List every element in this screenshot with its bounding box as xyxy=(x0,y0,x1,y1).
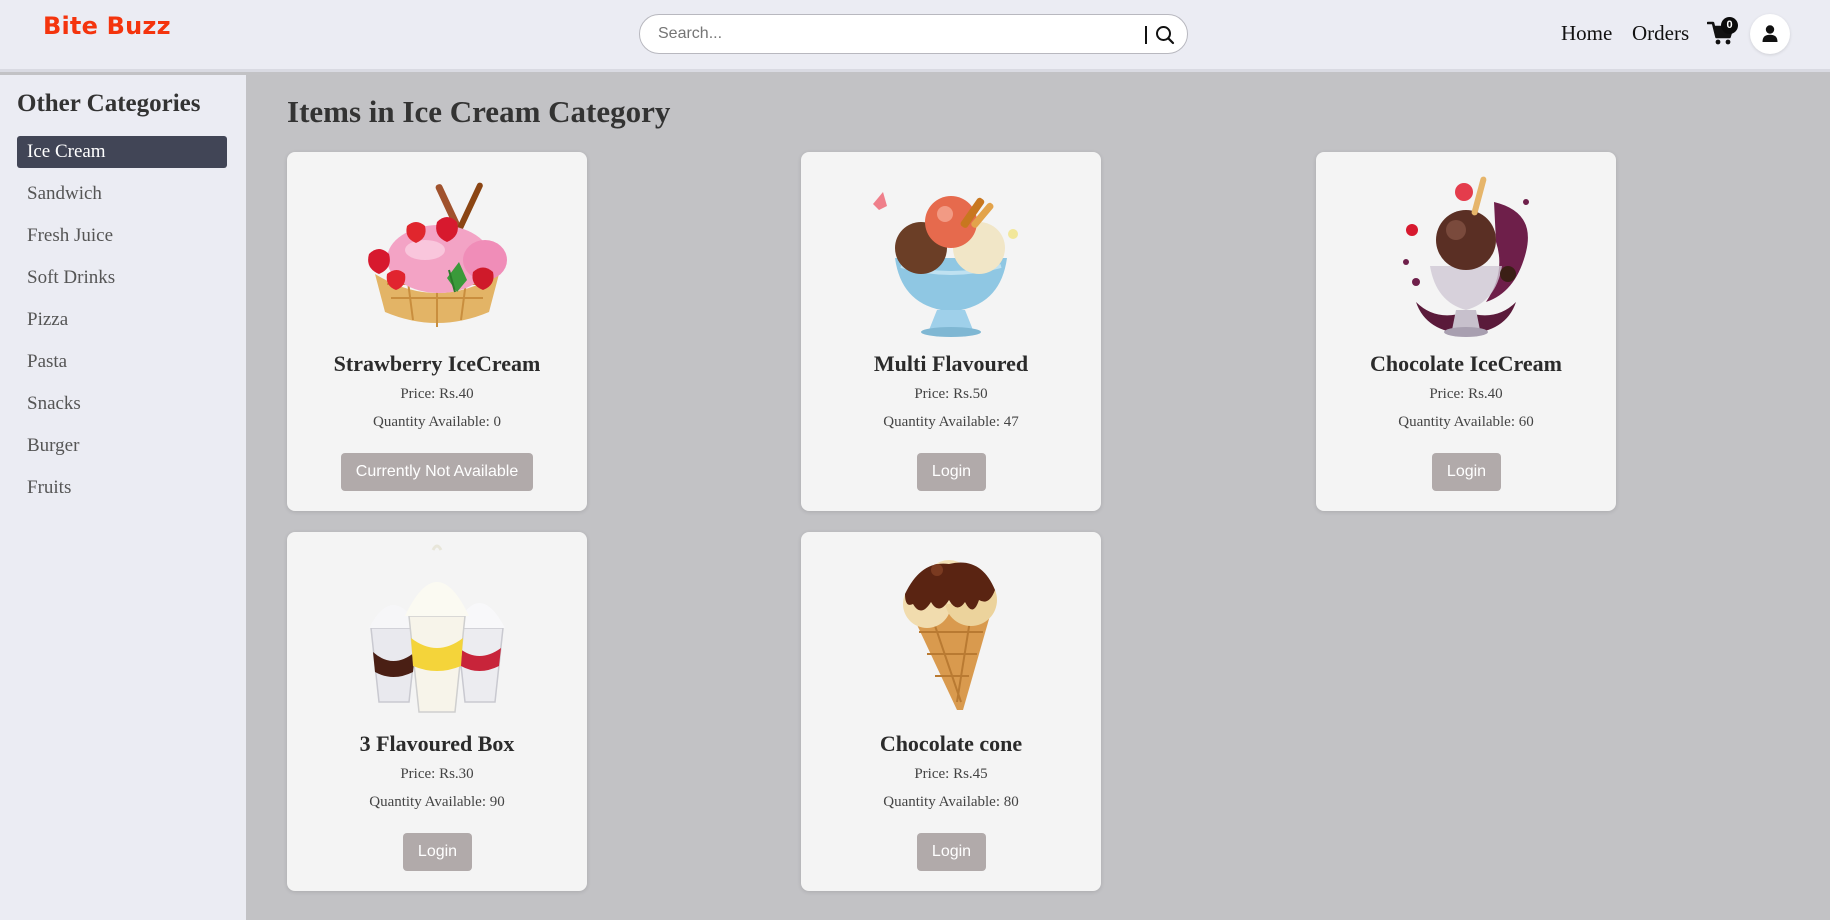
product-name: 3 Flavoured Box xyxy=(359,731,515,756)
login-button[interactable]: Login xyxy=(403,833,472,871)
three-flavoured-box-image xyxy=(369,544,505,713)
product-card: Strawberry IceCream Price: Rs.40 Quantit… xyxy=(287,152,587,511)
sidebar-item-fresh-juice[interactable]: Fresh Juice xyxy=(17,220,227,252)
sidebar-item-snacks[interactable]: Snacks xyxy=(17,388,227,420)
category-sidebar: Other Categories Ice Cream Sandwich Fres… xyxy=(0,75,246,920)
product-name: Strawberry IceCream xyxy=(333,351,541,376)
product-quantity: Quantity Available: 0 xyxy=(372,414,502,430)
not-available-button[interactable]: Currently Not Available xyxy=(341,453,533,491)
product-name: Chocolate cone xyxy=(879,731,1023,756)
category-list: Ice Cream Sandwich Fresh Juice Soft Drin… xyxy=(17,136,227,514)
login-button[interactable]: Login xyxy=(1432,453,1501,491)
sidebar-item-sandwich[interactable]: Sandwich xyxy=(17,178,227,210)
profile-button[interactable] xyxy=(1750,14,1790,54)
search-bar[interactable] xyxy=(639,14,1188,54)
product-name: Multi Flavoured xyxy=(873,351,1029,376)
page-title: Items in Ice Cream Category xyxy=(287,94,671,129)
product-quantity: Quantity Available: 80 xyxy=(883,794,1019,810)
product-card: Chocolate cone Price: Rs.45 Quantity Ava… xyxy=(801,532,1101,891)
chocolate-ice-cream-image xyxy=(1403,176,1529,337)
multi-flavoured-ice-cream-image xyxy=(873,192,1018,337)
cart-count-badge: 0 xyxy=(1721,17,1738,34)
nav-orders-link[interactable]: Orders xyxy=(1632,21,1689,46)
product-card: Chocolate IceCream Price: Rs.40 Quantity… xyxy=(1316,152,1616,511)
product-price: Price: Rs.40 xyxy=(400,386,474,402)
product-quantity: Quantity Available: 47 xyxy=(883,414,1019,430)
product-card: Multi Flavoured Price: Rs.50 Quantity Av… xyxy=(801,152,1101,511)
sidebar-item-pasta[interactable]: Pasta xyxy=(17,346,227,378)
login-button[interactable]: Login xyxy=(917,453,986,491)
product-name: Chocolate IceCream xyxy=(1369,351,1563,376)
product-card: 3 Flavoured Box Price: Rs.30 Quantity Av… xyxy=(287,532,587,891)
search-icon[interactable] xyxy=(1154,24,1176,46)
sidebar-item-fruits[interactable]: Fruits xyxy=(17,472,227,504)
login-button[interactable]: Login xyxy=(917,833,986,871)
user-icon xyxy=(1762,25,1778,42)
search-input[interactable] xyxy=(658,23,1128,45)
sidebar-item-pizza[interactable]: Pizza xyxy=(17,304,227,336)
product-quantity: Quantity Available: 60 xyxy=(1398,414,1534,430)
sidebar-item-ice-cream[interactable]: Ice Cream xyxy=(17,136,227,168)
top-navbar: Bite Buzz Home Orders 0 xyxy=(0,0,1830,72)
brand-logo[interactable]: Bite Buzz xyxy=(43,12,171,40)
chocolate-cone-image xyxy=(903,560,997,710)
sidebar-item-soft-drinks[interactable]: Soft Drinks xyxy=(17,262,227,294)
product-price: Price: Rs.40 xyxy=(1429,386,1503,402)
product-price: Price: Rs.50 xyxy=(914,386,988,402)
nav-home-link[interactable]: Home xyxy=(1561,21,1612,46)
text-caret xyxy=(1145,26,1147,44)
sidebar-title: Other Categories xyxy=(17,90,201,117)
product-price: Price: Rs.45 xyxy=(914,766,988,782)
product-quantity: Quantity Available: 90 xyxy=(369,794,505,810)
strawberry-ice-cream-image xyxy=(368,182,507,327)
product-price: Price: Rs.30 xyxy=(400,766,474,782)
sidebar-item-burger[interactable]: Burger xyxy=(17,430,227,462)
